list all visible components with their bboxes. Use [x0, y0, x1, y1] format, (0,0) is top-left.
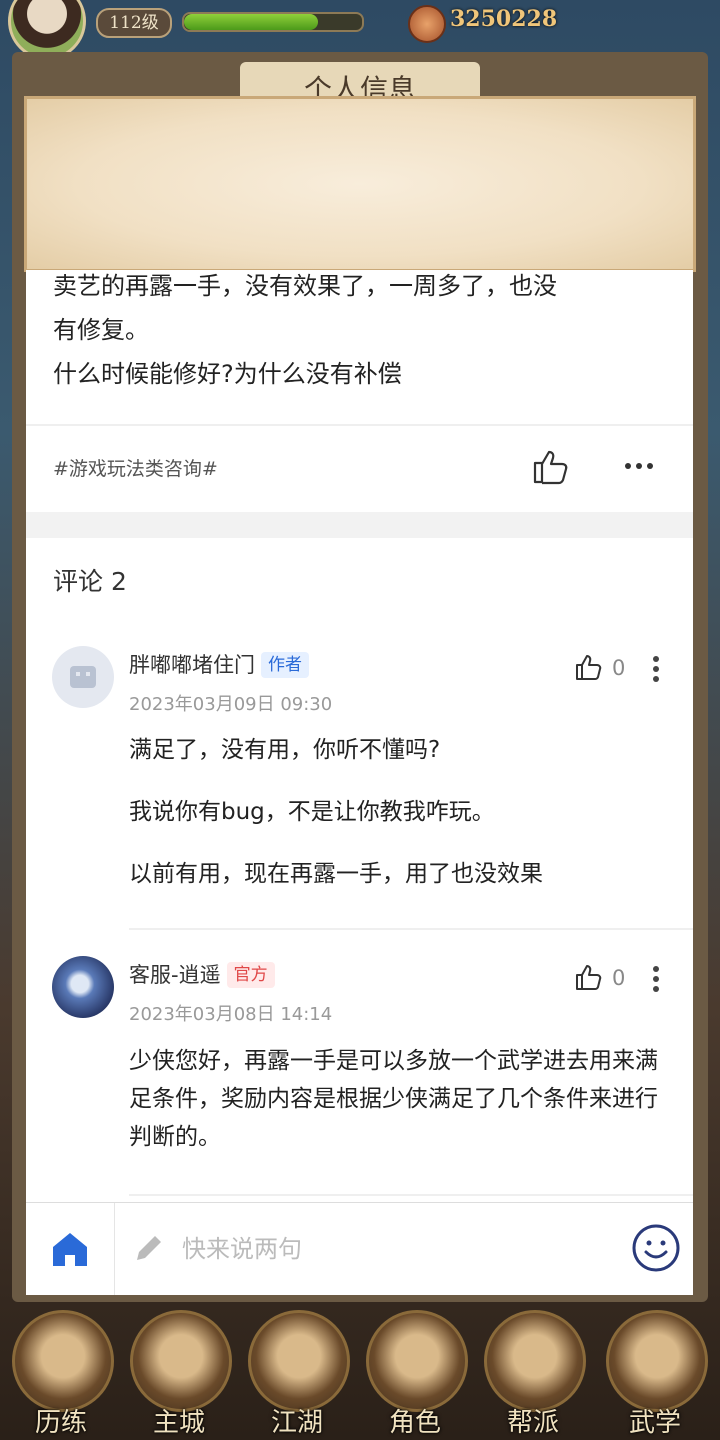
- nav-label: 主城: [152, 1408, 205, 1438]
- post-panel: 卖艺的再露一手，没有效果了，一周多了，也没 有修复。 什么时候能修好?为什么没有…: [26, 270, 693, 1202]
- nav-lilian[interactable]: 历练: [6, 1310, 116, 1440]
- emoji-icon[interactable]: [631, 1223, 681, 1273]
- comment-author: 胖嘟嘟堵住门 作者: [129, 649, 309, 679]
- game-hud: 112级 3250228: [0, 0, 720, 60]
- comment-body: 满足了，没有用，你听不懂吗? 我说你有bug，不是让你教我咋玩。 以前有用，现在…: [129, 732, 674, 918]
- comment-more-icon[interactable]: [652, 966, 660, 996]
- post-line: 卖艺的再露一手，没有效果了，一周多了，也没: [53, 272, 557, 300]
- thumbs-up-icon[interactable]: [574, 652, 604, 682]
- comment-line: 满足了，没有用，你听不懂吗?: [129, 737, 441, 763]
- comment-time: 2023年03月08日 14:14: [129, 1004, 333, 1025]
- comment-more-icon[interactable]: [652, 656, 660, 686]
- nav-label: 角色: [388, 1408, 441, 1438]
- username[interactable]: 客服-逍遥: [129, 963, 221, 987]
- nav-zhucheng[interactable]: 主城: [124, 1310, 234, 1440]
- nav-icon: [484, 1310, 586, 1412]
- comment-line: 以前有用，现在再露一手，用了也没效果: [129, 861, 543, 887]
- nav-juese[interactable]: 角色: [360, 1310, 470, 1440]
- more-icon[interactable]: [624, 456, 654, 476]
- nav-wuxue[interactable]: 武学: [600, 1310, 710, 1440]
- nav-icon: [606, 1310, 708, 1412]
- exp-fill: [184, 14, 318, 30]
- like-count: 0: [612, 966, 626, 990]
- comment-body: 少侠您好，再露一手是可以多放一个武学进去用来满足条件，奖励内容是根据少侠满足了几…: [129, 1042, 674, 1182]
- author-badge: 作者: [261, 652, 309, 678]
- default-avatar[interactable]: [52, 646, 114, 708]
- nav-label: 历练: [34, 1408, 87, 1438]
- like-count: 0: [612, 656, 626, 680]
- game-nav: 历练 主城 江湖 角色 帮派 武学: [0, 1300, 720, 1440]
- divider: [129, 1194, 693, 1196]
- username[interactable]: 胖嘟嘟堵住门: [129, 653, 255, 677]
- nav-icon: [12, 1310, 114, 1412]
- player-avatar[interactable]: [8, 0, 86, 60]
- nav-label: 帮派: [506, 1408, 559, 1438]
- thumbs-up-icon[interactable]: [574, 962, 604, 992]
- home-icon: [53, 1233, 87, 1266]
- thumbs-up-icon[interactable]: [531, 446, 571, 486]
- section-gap: [26, 512, 693, 538]
- home-button[interactable]: [26, 1203, 115, 1295]
- divider: [26, 424, 693, 426]
- nav-icon: [366, 1310, 468, 1412]
- parchment-header: [24, 96, 696, 272]
- nav-bangpai[interactable]: 帮派: [478, 1310, 588, 1440]
- topic-tag[interactable]: #游戏玩法类咨询#: [53, 454, 218, 481]
- player-level: 112级: [96, 8, 172, 38]
- coin-count: 3250228: [450, 6, 558, 32]
- nav-jianghu[interactable]: 江湖: [242, 1310, 352, 1440]
- comments-title: 评论 2: [53, 567, 127, 596]
- nav-label: 江湖: [270, 1408, 323, 1438]
- official-badge: 官方: [226, 962, 275, 988]
- comment-author: 客服-逍遥 官方: [129, 959, 275, 989]
- comment-line: 我说你有bug，不是让你教我咋玩。: [129, 799, 495, 825]
- comment-input[interactable]: [180, 1225, 584, 1273]
- divider: [129, 928, 693, 930]
- nav-icon: [248, 1310, 350, 1412]
- pencil-icon: [137, 1236, 161, 1260]
- official-avatar[interactable]: [52, 956, 114, 1018]
- exp-bar: [182, 12, 364, 32]
- comment-bar: [26, 1202, 693, 1295]
- post-body: 卖艺的再露一手，没有效果了，一周多了，也没 有修复。 什么时候能修好?为什么没有…: [53, 270, 673, 396]
- coin-icon: [408, 5, 446, 43]
- nav-icon: [130, 1310, 232, 1412]
- comment-line: 少侠您好，再露一手是可以多放一个武学进去用来满足条件，奖励内容是根据少侠满足了几…: [129, 1048, 658, 1150]
- comment-time: 2023年03月09日 09:30: [129, 694, 333, 715]
- nav-label: 武学: [628, 1408, 681, 1438]
- post-line: 什么时候能修好?为什么没有补偿: [53, 360, 402, 388]
- post-line: 有修复。: [53, 316, 149, 344]
